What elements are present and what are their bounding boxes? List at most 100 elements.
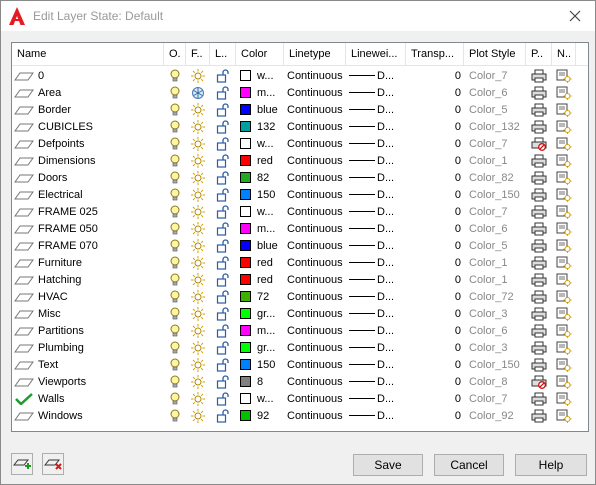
layer-color-cell[interactable]: m... [236, 220, 284, 237]
printer-no-plot-icon[interactable] [526, 373, 552, 390]
new-vp-freeze-icon[interactable] [552, 101, 576, 118]
new-vp-freeze-icon[interactable] [552, 186, 576, 203]
plot-style-cell[interactable]: Color_3 [464, 305, 526, 322]
layer-color-cell[interactable]: w... [236, 390, 284, 407]
layer-color-cell[interactable]: 92 [236, 407, 284, 424]
unlock-icon[interactable] [210, 186, 236, 203]
layer-row-cubicles[interactable]: CUBICLES 132 Continuous D... 0 Color_132 [12, 118, 588, 135]
lineweight-cell[interactable]: D... [346, 237, 406, 254]
printer-icon[interactable] [526, 118, 552, 135]
layer-name-cell[interactable]: Electrical [12, 186, 164, 203]
bulb-on-icon[interactable] [164, 186, 186, 203]
sun-icon[interactable] [186, 67, 210, 84]
linetype-cell[interactable]: Continuous [284, 407, 346, 424]
plot-style-cell[interactable]: Color_5 [464, 237, 526, 254]
sun-icon[interactable] [186, 390, 210, 407]
unlock-icon[interactable] [210, 339, 236, 356]
layer-row-frame-050[interactable]: FRAME 050 m... Continuous D... 0 Color_6 [12, 220, 588, 237]
layer-name-cell[interactable]: Hatching [12, 271, 164, 288]
layer-name-cell[interactable]: HVAC [12, 288, 164, 305]
plot-style-cell[interactable]: Color_6 [464, 220, 526, 237]
sun-icon[interactable] [186, 305, 210, 322]
plot-style-cell[interactable]: Color_8 [464, 373, 526, 390]
plot-style-cell[interactable]: Color_7 [464, 135, 526, 152]
bulb-on-icon[interactable] [164, 118, 186, 135]
layer-name-cell[interactable]: Area [12, 84, 164, 101]
sun-icon[interactable] [186, 152, 210, 169]
transparency-cell[interactable]: 0 [406, 203, 464, 220]
new-vp-freeze-icon[interactable] [552, 407, 576, 424]
new-vp-freeze-icon[interactable] [552, 390, 576, 407]
transparency-cell[interactable]: 0 [406, 390, 464, 407]
layer-row-0[interactable]: 0 w... Continuous D... 0 Color_7 [12, 67, 588, 84]
unlock-icon[interactable] [210, 322, 236, 339]
transparency-cell[interactable]: 0 [406, 101, 464, 118]
layer-name-cell[interactable]: Doors [12, 169, 164, 186]
layer-color-cell[interactable]: w... [236, 203, 284, 220]
layer-color-cell[interactable]: 8 [236, 373, 284, 390]
linetype-cell[interactable]: Continuous [284, 322, 346, 339]
plot-style-cell[interactable]: Color_7 [464, 67, 526, 84]
unlock-icon[interactable] [210, 356, 236, 373]
plot-style-cell[interactable]: Color_92 [464, 407, 526, 424]
layer-color-cell[interactable]: red [236, 254, 284, 271]
layer-name-cell[interactable]: Viewports [12, 373, 164, 390]
sun-icon[interactable] [186, 169, 210, 186]
sun-icon[interactable] [186, 271, 210, 288]
lineweight-cell[interactable]: D... [346, 373, 406, 390]
layer-row-frame-025[interactable]: FRAME 025 w... Continuous D... 0 Color_7 [12, 203, 588, 220]
unlock-icon[interactable] [210, 390, 236, 407]
layer-color-cell[interactable]: 150 [236, 186, 284, 203]
linetype-cell[interactable]: Continuous [284, 169, 346, 186]
layer-row-border[interactable]: Border blue Continuous D... 0 Color_5 [12, 101, 588, 118]
sun-icon[interactable] [186, 254, 210, 271]
sun-icon[interactable] [186, 203, 210, 220]
header-freeze[interactable]: F.. [186, 43, 210, 66]
unlock-icon[interactable] [210, 67, 236, 84]
linetype-cell[interactable]: Continuous [284, 84, 346, 101]
new-vp-freeze-icon[interactable] [552, 135, 576, 152]
bulb-on-icon[interactable] [164, 152, 186, 169]
lineweight-cell[interactable]: D... [346, 135, 406, 152]
bulb-on-icon[interactable] [164, 101, 186, 118]
layer-name-cell[interactable]: FRAME 050 [12, 220, 164, 237]
layer-row-windows[interactable]: Windows 92 Continuous D... 0 Color_92 [12, 407, 588, 424]
bulb-on-icon[interactable] [164, 169, 186, 186]
linetype-cell[interactable]: Continuous [284, 373, 346, 390]
close-button[interactable] [555, 1, 595, 31]
printer-icon[interactable] [526, 339, 552, 356]
bulb-on-icon[interactable] [164, 84, 186, 101]
transparency-cell[interactable]: 0 [406, 254, 464, 271]
unlock-icon[interactable] [210, 135, 236, 152]
printer-icon[interactable] [526, 101, 552, 118]
bulb-on-icon[interactable] [164, 203, 186, 220]
plot-style-cell[interactable]: Color_72 [464, 288, 526, 305]
lineweight-cell[interactable]: D... [346, 271, 406, 288]
sun-icon[interactable] [186, 101, 210, 118]
printer-icon[interactable] [526, 407, 552, 424]
layer-row-hatching[interactable]: Hatching red Continuous D... 0 Color_1 [12, 271, 588, 288]
lineweight-cell[interactable]: D... [346, 339, 406, 356]
sun-icon[interactable] [186, 288, 210, 305]
plot-style-cell[interactable]: Color_150 [464, 186, 526, 203]
plot-style-cell[interactable]: Color_6 [464, 322, 526, 339]
header-plot[interactable]: P.. [526, 43, 552, 66]
layer-row-partitions[interactable]: Partitions m... Continuous D... 0 Color_6 [12, 322, 588, 339]
layer-color-cell[interactable]: w... [236, 67, 284, 84]
printer-icon[interactable] [526, 254, 552, 271]
lineweight-cell[interactable]: D... [346, 152, 406, 169]
plot-style-cell[interactable]: Color_150 [464, 356, 526, 373]
new-vp-freeze-icon[interactable] [552, 305, 576, 322]
transparency-cell[interactable]: 0 [406, 169, 464, 186]
plot-style-cell[interactable]: Color_1 [464, 152, 526, 169]
printer-icon[interactable] [526, 186, 552, 203]
lineweight-cell[interactable]: D... [346, 203, 406, 220]
layer-list[interactable]: Name O. F.. L.. Color Linetype Linewei..… [11, 42, 589, 432]
printer-icon[interactable] [526, 288, 552, 305]
layer-color-cell[interactable]: 72 [236, 288, 284, 305]
linetype-cell[interactable]: Continuous [284, 101, 346, 118]
new-vp-freeze-icon[interactable] [552, 237, 576, 254]
layer-row-furniture[interactable]: Furniture red Continuous D... 0 Color_1 [12, 254, 588, 271]
linetype-cell[interactable]: Continuous [284, 67, 346, 84]
printer-icon[interactable] [526, 305, 552, 322]
